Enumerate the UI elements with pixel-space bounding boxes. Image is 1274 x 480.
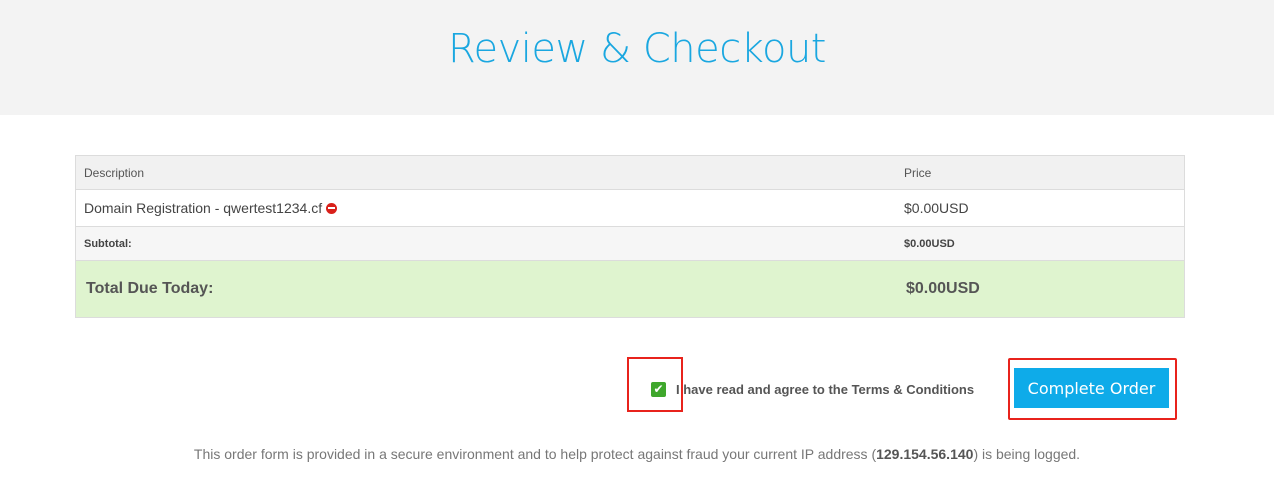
- page-title: Review & Checkout: [448, 26, 826, 72]
- column-header-description: Description: [84, 165, 145, 180]
- total-row: Total Due Today: $0.00USD: [76, 261, 1184, 317]
- security-notice: This order form is provided in a secure …: [0, 446, 1274, 462]
- terms-label: I have read and agree to the Terms & Con…: [676, 382, 974, 397]
- total-value: $0.00USD: [906, 280, 980, 297]
- item-price: $0.00USD: [904, 200, 969, 216]
- ip-address: 129.154.56.140: [876, 446, 974, 462]
- page-header: Review & Checkout: [0, 0, 1274, 115]
- highlight-box-complete-order: [1008, 358, 1177, 420]
- item-description: Domain Registration - qwertest1234.cf: [84, 200, 323, 216]
- terms-agreement: ✔ I have read and agree to the Terms & C…: [651, 380, 974, 398]
- subtotal-label: Subtotal:: [84, 237, 132, 250]
- table-header-row: Description Price: [76, 156, 1184, 190]
- subtotal-row: Subtotal: $0.00USD: [76, 227, 1184, 261]
- table-row: Domain Registration - qwertest1234.cf $0…: [76, 190, 1184, 227]
- total-label: Total Due Today:: [86, 280, 214, 297]
- security-notice-suffix: ) is being logged.: [973, 446, 1081, 462]
- terms-link[interactable]: Terms & Conditions: [852, 382, 975, 397]
- order-summary-table: Description Price Domain Registration - …: [75, 155, 1185, 318]
- terms-label-prefix: I have read and agree to the: [676, 381, 852, 397]
- column-header-price: Price: [904, 165, 932, 180]
- subtotal-value: $0.00USD: [904, 237, 955, 250]
- security-notice-prefix: This order form is provided in a secure …: [193, 446, 877, 462]
- remove-item-icon[interactable]: [326, 202, 338, 214]
- highlight-box-checkbox: [627, 357, 683, 412]
- item-description-cell: Domain Registration - qwertest1234.cf: [84, 190, 338, 226]
